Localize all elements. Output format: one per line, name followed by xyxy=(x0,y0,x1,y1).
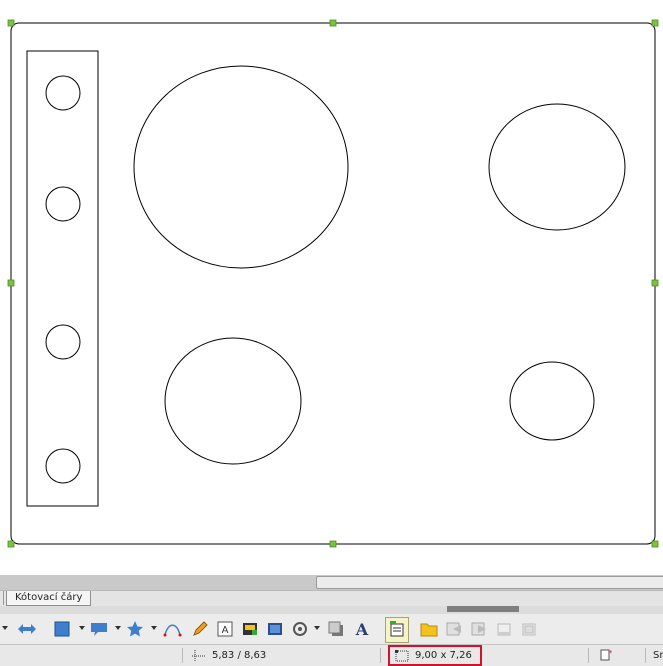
burner-large-shape[interactable] xyxy=(133,65,349,269)
star-icon[interactable] xyxy=(125,620,145,638)
knob-1-shape[interactable] xyxy=(45,75,81,111)
handle-middle-left[interactable] xyxy=(7,279,15,287)
position-field[interactable]: 5,83 / 8,63 xyxy=(192,648,266,663)
shadow-icon[interactable] xyxy=(327,620,345,638)
insert-image-icon[interactable] xyxy=(241,620,259,638)
drawing-canvas[interactable] xyxy=(0,0,663,575)
burner-small-shape[interactable] xyxy=(509,361,595,441)
splitter-grip[interactable] xyxy=(447,606,519,612)
double-arrow-icon[interactable] xyxy=(17,620,37,638)
status-separator xyxy=(588,648,589,663)
curve-icon[interactable] xyxy=(163,620,183,638)
rotate-icon[interactable] xyxy=(291,620,309,638)
page-style-text: Sr xyxy=(653,650,663,661)
size-value: 9,00 x 7,26 xyxy=(415,650,472,661)
chevron-down-icon[interactable] xyxy=(115,626,121,630)
chevron-down-icon[interactable] xyxy=(151,626,157,630)
layer-tab-bar: Kótovací čáry xyxy=(0,590,663,606)
callout-icon[interactable] xyxy=(89,620,109,638)
handle-top-middle[interactable] xyxy=(329,19,337,27)
position-icon xyxy=(192,650,206,662)
status-separator xyxy=(182,648,183,663)
drawing-svg[interactable] xyxy=(0,0,663,575)
toolbar-separator xyxy=(0,606,663,614)
position-value: 5,83 / 8,63 xyxy=(212,650,267,661)
gluepoints-icon[interactable] xyxy=(385,617,409,643)
tab-scroll-edge[interactable] xyxy=(0,591,4,605)
pencil-icon[interactable] xyxy=(191,620,209,638)
chevron-down-icon[interactable] xyxy=(2,626,8,630)
document-modified-icon[interactable]: * xyxy=(600,649,612,661)
chevron-down-icon[interactable] xyxy=(79,626,85,630)
insert-picture-icon[interactable] xyxy=(266,620,284,638)
status-separator xyxy=(645,648,646,663)
tab-dimension-lines[interactable]: Kótovací čáry xyxy=(6,591,92,606)
handle-bottom-middle[interactable] xyxy=(329,540,337,548)
size-icon xyxy=(395,650,409,662)
toggle-extrusion-icon[interactable] xyxy=(445,620,463,638)
knob-2-shape[interactable] xyxy=(45,186,81,222)
group-icon[interactable] xyxy=(470,620,488,638)
knob-4-shape[interactable] xyxy=(45,448,81,484)
hob-outline-shape[interactable] xyxy=(10,22,656,545)
svg-text:A: A xyxy=(355,620,369,638)
status-bar: 5,83 / 8,63 9,00 x 7,26 * Sr xyxy=(0,645,663,666)
handle-bottom-right[interactable] xyxy=(651,540,659,548)
svg-text:A: A xyxy=(222,625,229,636)
status-separator xyxy=(380,648,381,663)
chevron-down-icon[interactable] xyxy=(314,626,320,630)
burner-top-right-shape[interactable] xyxy=(488,103,626,231)
control-panel-shape[interactable] xyxy=(26,50,99,507)
svg-text:*: * xyxy=(609,649,612,657)
horizontal-scrollbar[interactable] xyxy=(0,575,663,590)
handle-bottom-left[interactable] xyxy=(7,540,15,548)
scrollbar-thumb[interactable] xyxy=(316,576,663,589)
size-field[interactable]: 9,00 x 7,26 xyxy=(388,645,482,666)
handle-top-right[interactable] xyxy=(651,19,659,27)
position-icon[interactable] xyxy=(495,620,513,638)
knob-3-shape[interactable] xyxy=(45,324,81,360)
handle-top-left[interactable] xyxy=(7,19,15,27)
rectangle-shapes-icon[interactable] xyxy=(53,620,71,638)
drawing-toolbar: A A xyxy=(0,614,663,645)
selection-handles[interactable] xyxy=(7,19,659,548)
burner-bottom-left-shape[interactable] xyxy=(164,337,302,465)
text-frame-icon[interactable]: A xyxy=(216,620,234,638)
handle-middle-right[interactable] xyxy=(651,279,659,287)
folder-icon[interactable] xyxy=(420,620,438,638)
align-icon[interactable] xyxy=(520,620,538,638)
fontwork-icon[interactable]: A xyxy=(352,620,372,638)
